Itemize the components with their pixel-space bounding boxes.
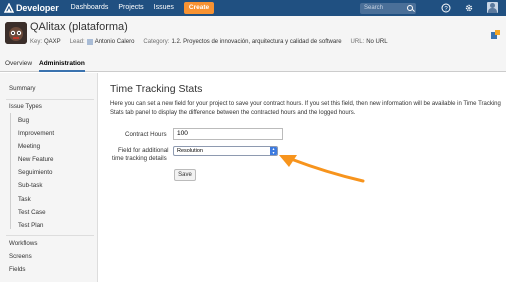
sidebar-item-test-case[interactable]: Test Case [18,209,46,216]
project-tabs: Overview Administration [0,56,506,72]
search-icon [407,5,413,11]
search-input[interactable]: Search [360,3,416,14]
main-content: Time Tracking Stats Here you can set a n… [99,73,506,282]
chevron-updown-icon: ▴ ▾ [270,147,277,155]
sidebar-item-task[interactable]: Task [18,196,31,203]
project-meta: Key: QAXP Lead: Antonio Calero Category:… [30,39,388,45]
additional-field-label-line1: Field for additional [118,147,169,154]
nav-dashboards[interactable]: Dashboards [71,0,109,16]
sidebar-item-seguimiento[interactable]: Seguimiento [18,169,52,176]
contract-hours-input[interactable]: 100 [173,128,283,140]
sidebar-item-new-feature[interactable]: New Feature [18,156,53,163]
tab-administration[interactable]: Administration [39,56,85,72]
sidebar-item-bug[interactable]: Bug [18,117,29,124]
page-description: Here you can set a new field for your pr… [110,101,501,116]
tab-overview[interactable]: Overview [5,56,32,72]
sidebar-item-test-plan[interactable]: Test Plan [18,222,43,229]
url-value: No URL [366,39,388,45]
sidebar-divider [6,235,94,236]
notification-icon[interactable] [491,30,501,40]
app-name: Developer [16,3,59,13]
project-avatar-icon [5,22,27,44]
additional-field-select[interactable]: Resolution ▴ ▾ [173,146,278,156]
nav-projects[interactable]: Projects [118,0,143,16]
search-placeholder: Search [364,5,384,11]
sidebar-item-screens[interactable]: Screens [9,253,32,260]
lead-avatar [86,39,93,45]
project-header: QAlitax (plataforma) Key: QAXP Lead: Ant… [0,16,506,56]
sidebar-item-summary[interactable]: Summary [9,85,35,92]
sidebar-item-sub-task[interactable]: Sub-task [18,182,42,189]
sidebar-item-workflows[interactable]: Workflows [9,240,37,247]
sidebar-item-improvement[interactable]: Improvement [18,130,54,137]
admin-sidebar: Summary Issue Types Bug Improvement Meet… [0,73,98,282]
project-title[interactable]: QAlitax (plataforma) [30,21,128,33]
atlassian-logo-icon [4,3,14,13]
sidebar-divider [6,99,94,100]
category-value: 1.2. Proyectos de innovación, arquitectu… [171,39,342,45]
key-label: Key: [30,39,43,45]
help-icon[interactable]: ? [441,3,451,13]
contract-hours-label: Contract Hours [125,131,167,138]
gear-icon[interactable] [464,3,474,13]
url-label: URL: [350,39,365,45]
lead-value[interactable]: Antonio Calero [95,39,135,45]
user-avatar[interactable] [487,2,498,13]
save-button[interactable]: Save [174,169,196,181]
top-navigation-bar: Developer Dashboards Projects Issues Cre… [0,0,506,16]
sidebar-tree-line [10,113,11,229]
key-value: QAXP [44,39,61,45]
additional-field-label-line2: time tracking details [112,155,167,162]
nav-issues[interactable]: Issues [154,0,174,16]
sidebar-item-issue-types[interactable]: Issue Types [9,103,42,110]
sidebar-item-fields[interactable]: Fields [9,266,26,273]
sidebar-item-meeting[interactable]: Meeting [18,143,40,150]
app-logo[interactable]: Developer [4,0,59,16]
annotation-arrow-icon [279,155,365,183]
additional-field-select-value: Resolution [177,148,203,154]
lead-label: Lead: [69,39,85,45]
category-label: Category: [143,39,170,45]
page-title: Time Tracking Stats [110,83,203,95]
create-button[interactable]: Create [183,2,215,14]
